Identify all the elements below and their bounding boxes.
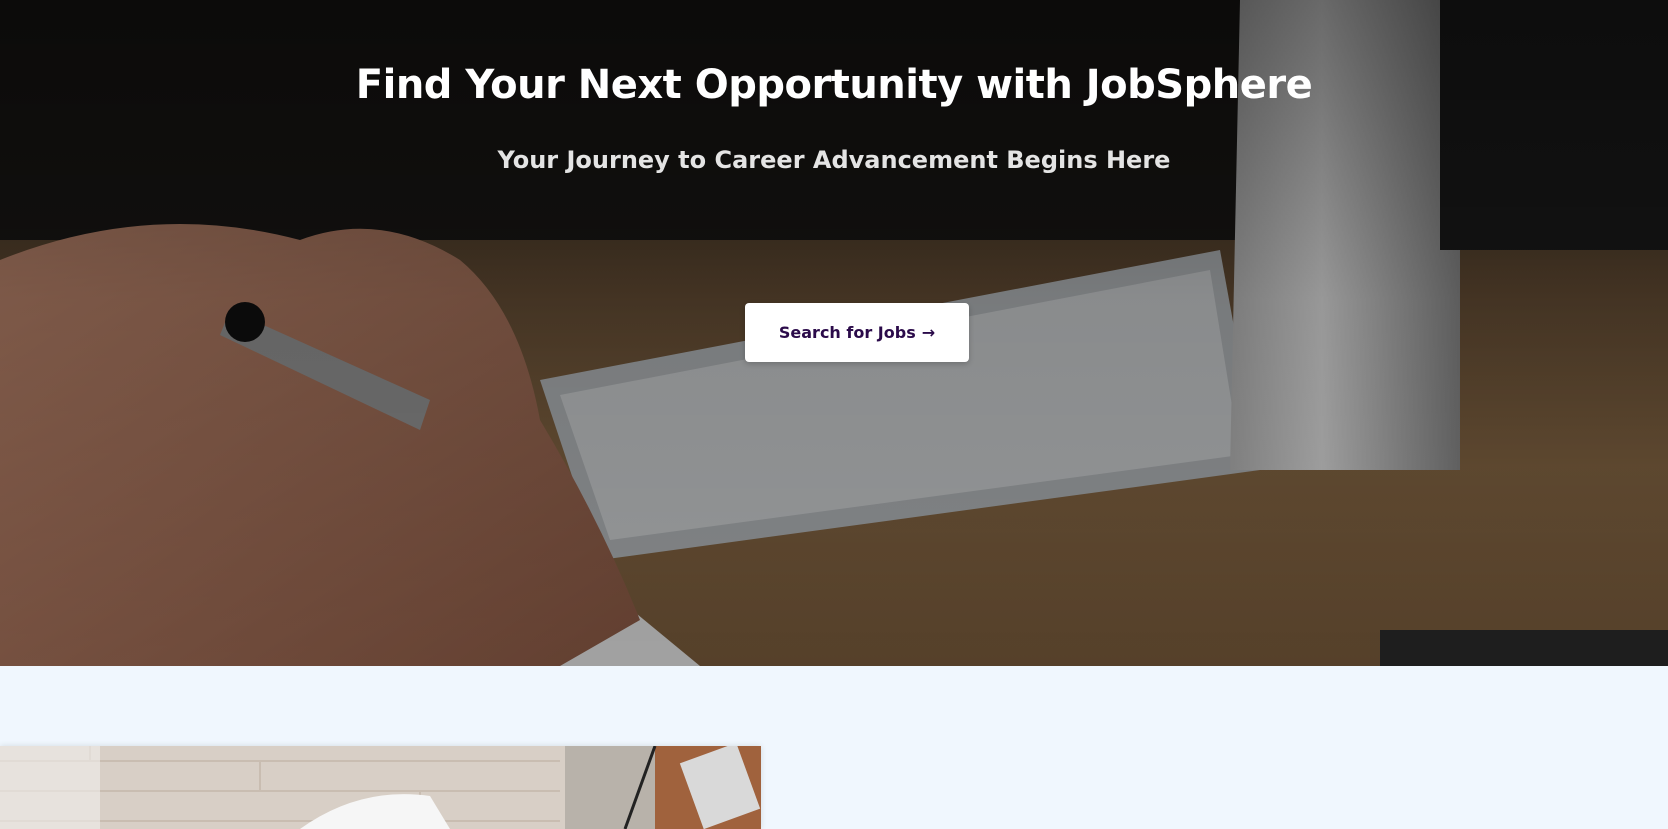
feature-photo bbox=[0, 746, 761, 829]
hero-section: Find Your Next Opportunity with JobSpher… bbox=[0, 0, 1668, 666]
arrow-right-icon: → bbox=[921, 323, 936, 342]
search-for-jobs-button[interactable]: Search for Jobs → bbox=[745, 303, 969, 362]
desk-top-view-image bbox=[0, 746, 761, 829]
hero-title: Find Your Next Opportunity with JobSpher… bbox=[355, 62, 1313, 108]
search-for-jobs-label: Search for Jobs bbox=[778, 323, 916, 342]
hero-subtitle: Your Journey to Career Advancement Begin… bbox=[497, 146, 1171, 174]
